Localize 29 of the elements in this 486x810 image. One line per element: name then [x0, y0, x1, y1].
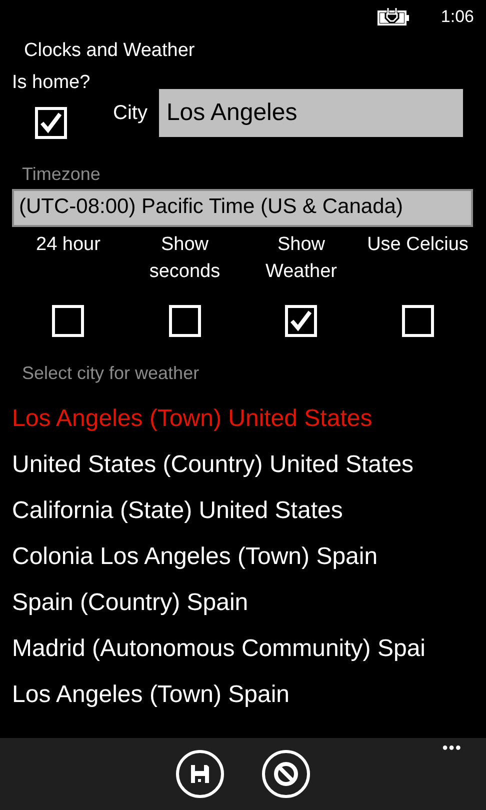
city-input-field[interactable]: Los Angeles	[159, 89, 464, 137]
option-label: 24 hour	[35, 233, 102, 257]
is-home-checkbox[interactable]	[35, 107, 67, 139]
timezone-dropdown[interactable]: (UTC-08:00) Pacific Time (US & Canada)	[12, 189, 473, 227]
city-list-item[interactable]: Spain (Country) Spain	[0, 580, 486, 626]
timezone-label: Timezone	[22, 164, 102, 185]
weather-city-label: Select city for weather	[22, 363, 200, 384]
save-button[interactable]	[176, 750, 224, 798]
city-list-item[interactable]: Madrid (Autonomous Community) Spai	[0, 626, 486, 672]
city-list-item[interactable]: Los Angeles (Town) Spain	[0, 672, 486, 718]
option-label: Show Weather	[264, 233, 338, 284]
option-checkbox[interactable]	[168, 305, 201, 337]
is-home-label: Is home?	[12, 72, 92, 94]
cancel-icon	[273, 761, 299, 787]
city-list-item[interactable]: California (State) United States	[0, 488, 486, 534]
city-list-item[interactable]: Los Angeles (Town) United States	[0, 396, 486, 442]
cancel-button[interactable]	[262, 750, 310, 798]
city-list-item[interactable]: Colonia Los Angeles (Town) Spain	[0, 534, 486, 580]
option-label: Show seconds	[148, 233, 222, 284]
city-list-item[interactable]: United States (Country) United States	[0, 442, 486, 488]
page-title: Clocks and Weather	[24, 40, 196, 62]
option-label: Use Celcius	[366, 233, 470, 257]
option-checkbox[interactable]	[402, 305, 434, 337]
city-label: City	[113, 102, 148, 124]
clock-time: 1:06	[440, 7, 474, 27]
battery-charging-icon	[376, 7, 411, 27]
more-button[interactable]: •••	[442, 740, 462, 758]
option-checkbox[interactable]	[285, 305, 318, 337]
option-checkbox[interactable]	[52, 305, 84, 337]
